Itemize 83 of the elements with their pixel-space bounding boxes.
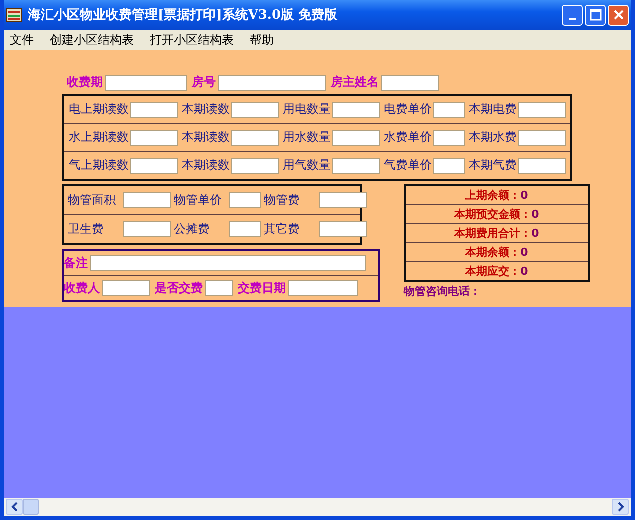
balance-value: 0 [520, 246, 528, 258]
input-field[interactable] [381, 74, 439, 90]
field-label: 气费单价 [384, 157, 432, 174]
app-icon [6, 8, 22, 22]
field-label: 水费单价 [384, 129, 432, 146]
field-label: 交费日期 [238, 280, 286, 296]
field-label: 用气数量 [283, 157, 331, 174]
field-label: 物管费 [264, 192, 301, 208]
field-label: 物管面积 [68, 192, 117, 208]
input-field[interactable] [332, 158, 380, 174]
field-label: 房号 [192, 74, 216, 91]
maximize-button[interactable] [585, 4, 606, 26]
input-field[interactable] [123, 192, 171, 208]
input-field[interactable] [433, 102, 465, 118]
field-label: 本期读数 [182, 157, 230, 174]
field-label: 水上期读数 [69, 129, 129, 146]
close-button[interactable] [608, 4, 629, 26]
input-field[interactable] [518, 130, 566, 146]
scroll-left-button[interactable] [6, 499, 23, 515]
balance-value: 0 [532, 226, 540, 240]
field-label: 电上期读数 [69, 101, 129, 118]
input-field[interactable] [288, 280, 358, 296]
input-field[interactable] [319, 192, 367, 208]
menu-item[interactable]: 帮助 [250, 32, 274, 48]
input-field[interactable] [332, 102, 380, 118]
input-field[interactable] [130, 130, 178, 146]
input-field[interactable] [102, 280, 150, 296]
balance-value: 0 [520, 264, 528, 278]
field-label: 本期水费 [469, 129, 517, 146]
field-label: 用电数量 [283, 101, 331, 118]
field-label: 用水数量 [283, 129, 331, 146]
input-field[interactable] [205, 280, 233, 296]
menu-item[interactable]: 打开小区结构表 [150, 32, 234, 48]
scroll-right-button[interactable] [612, 499, 629, 515]
field-label: 气上期读数 [69, 157, 129, 174]
field-label: 收费人 [64, 280, 100, 296]
phone-label: 物管咨询电话： [404, 284, 482, 299]
balance-label: 上期余额： [466, 188, 521, 202]
balance-label: 本期预交金额： [454, 206, 532, 222]
input-field[interactable] [319, 221, 367, 237]
horizontal-scrollbar[interactable] [4, 498, 631, 516]
balance-label: 本期应交： [466, 264, 521, 278]
field-label: 本期气费 [469, 157, 517, 174]
balance-label: 本期费用合计： [454, 226, 532, 240]
field-label: 备注 [64, 254, 88, 272]
minimize-button[interactable] [562, 4, 583, 26]
scroll-thumb[interactable] [23, 499, 39, 515]
input-field[interactable] [123, 221, 171, 237]
field-label: 房主姓名 [331, 74, 379, 91]
input-field[interactable] [518, 102, 566, 118]
field-label: 物管单价 [174, 192, 223, 208]
field-label: 是否交费 [155, 280, 203, 296]
input-field[interactable] [229, 221, 261, 237]
input-field[interactable] [229, 192, 261, 208]
menu-item[interactable]: 文件 [10, 32, 34, 48]
input-field[interactable] [130, 102, 178, 118]
close-icon [612, 9, 624, 21]
input-field[interactable] [218, 74, 326, 90]
maximize-icon [590, 9, 602, 21]
minimize-icon [569, 18, 576, 20]
input-field[interactable] [231, 130, 279, 146]
balance-value: 0 [532, 208, 540, 220]
field-label: 本期读数 [182, 101, 230, 118]
field-label: 电费单价 [384, 101, 432, 118]
field-label: 其它费 [264, 220, 301, 238]
field-label: 本期电费 [469, 101, 517, 118]
input-field[interactable] [105, 74, 187, 90]
field-label: 卫生费 [68, 220, 105, 238]
field-label: 收费期 [67, 74, 103, 91]
input-field[interactable] [332, 130, 380, 146]
remarks-field[interactable] [90, 255, 366, 271]
field-label: 本期读数 [182, 129, 230, 146]
window-title: 海汇小区物业收费管理[票据打印]系统V3.0版 免费版 [28, 6, 338, 24]
input-field[interactable] [433, 130, 465, 146]
input-field[interactable] [433, 158, 465, 174]
input-field[interactable] [518, 158, 566, 174]
input-field[interactable] [231, 102, 279, 118]
input-field[interactable] [130, 158, 178, 174]
menu-item[interactable]: 创建小区结构表 [50, 32, 134, 48]
balance-label: 本期余额： [466, 244, 521, 260]
input-field[interactable] [231, 158, 279, 174]
field-label: 公摊费 [174, 220, 211, 238]
balance-value: 0 [520, 188, 528, 202]
